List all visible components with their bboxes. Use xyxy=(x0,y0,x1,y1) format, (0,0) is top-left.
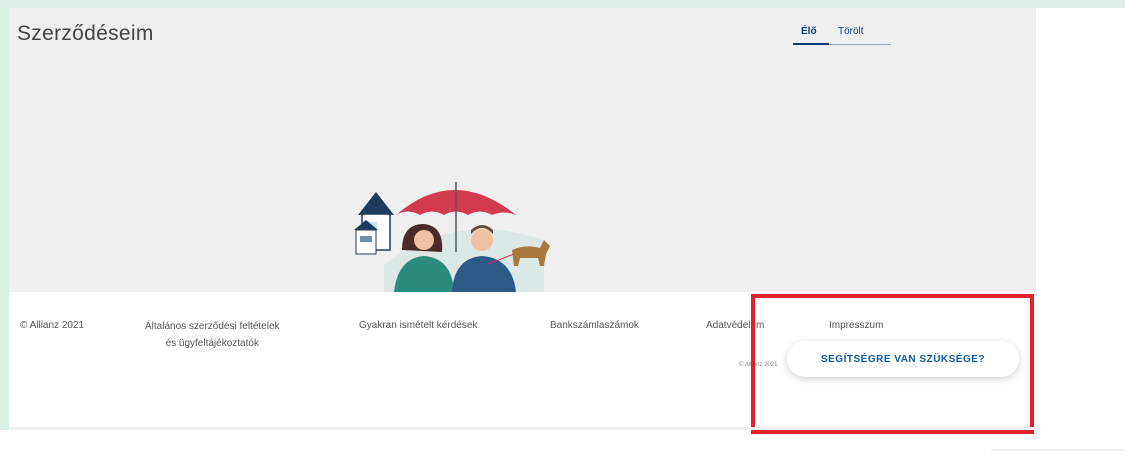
family-umbrella-illustration xyxy=(354,182,550,292)
tab-underline-active xyxy=(793,43,829,45)
footer-divider xyxy=(9,427,1036,430)
footer-link-faq[interactable]: Gyakran ismételt kérdések xyxy=(359,320,477,331)
footer-terms-line1: Általános szerződési feltételek xyxy=(145,321,280,332)
tab-underline xyxy=(829,44,891,45)
frame-top xyxy=(0,0,1125,8)
corner-divider xyxy=(991,449,1125,451)
tab-deleted[interactable]: Törölt xyxy=(838,26,864,37)
footer-link-bank-accounts[interactable]: Bankszámlaszámok xyxy=(550,320,639,331)
footer-link-terms[interactable]: Általános szerződési feltételek és ügyfe… xyxy=(145,318,280,352)
frame-left xyxy=(0,0,9,430)
highlight-box xyxy=(751,294,1034,434)
house-icon xyxy=(354,192,394,255)
tab-live[interactable]: Élő xyxy=(801,26,817,37)
footer-terms-line2: és ügyfeltájékoztatók xyxy=(165,338,259,349)
footer-copyright: © Allianz 2021 xyxy=(20,320,85,331)
page-title: Szerződéseim xyxy=(17,22,154,45)
